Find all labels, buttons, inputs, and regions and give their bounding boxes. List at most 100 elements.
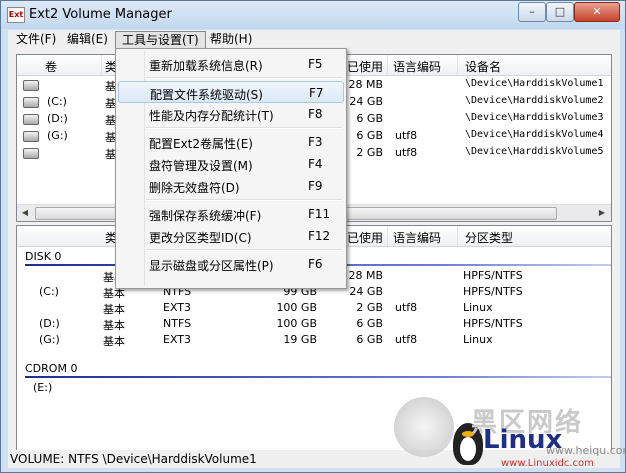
partition-row[interactable]: (G:) 基本 EXT3 19 GB 6 GB utf8 Linux (17, 332, 611, 349)
menu-separator (146, 199, 342, 201)
cdrom-row[interactable]: (E:) (17, 380, 611, 397)
partition-row[interactable]: (D:) 基本 NTFS 100 GB 6 GB HPFS/NTFS (17, 316, 611, 333)
menu-file[interactable]: 文件(F) (10, 31, 62, 48)
col-encoding[interactable]: 语言编码 (393, 58, 441, 75)
cdrom0-divider (25, 376, 611, 378)
close-button[interactable]: ✕ (574, 2, 620, 22)
tools-menu-item[interactable]: 删除无效盘符(D) F9 (118, 175, 344, 197)
menu-item-label: 重新加载系统信息(R) (149, 59, 263, 73)
cdrom0-label[interactable]: CDROM 0 (25, 362, 77, 375)
tools-menu-item[interactable]: 性能及内存分配统计(T) F8 (118, 103, 344, 125)
col-volume[interactable]: 卷 (45, 58, 57, 75)
menu-item-shortcut: F8 (308, 107, 323, 121)
window-title: Ext2 Volume Manager (29, 7, 172, 22)
partition-fs: NTFS (163, 317, 192, 330)
menu-item-label: 配置Ext2卷属性(E) (149, 137, 253, 151)
menu-item-shortcut: F7 (309, 86, 324, 100)
menu-item-label: 性能及内存分配统计(T) (149, 109, 274, 123)
col-disk-used[interactable]: 已使用 (347, 229, 383, 246)
app-window: Ext Ext2 Volume Manager – □ ✕ 文件(F) 编辑(E… (0, 0, 626, 473)
menu-item-shortcut: F5 (308, 57, 323, 71)
menu-help[interactable]: 帮助(H) (204, 31, 258, 48)
tools-menu-item[interactable]: 重新加载系统信息(R) F5 (118, 53, 344, 75)
watermark-site2: www.Linuxidc.com (501, 458, 594, 469)
watermark-site: www.heiqu.com (546, 444, 626, 457)
volume-encoding: utf8 (395, 146, 418, 159)
menu-item-label: 配置文件系统驱动(S) (150, 88, 263, 102)
menu-separator (146, 249, 342, 251)
tools-menu-dropdown: 重新加载系统信息(R) F5 配置文件系统驱动(S) F7 性能及内存分配统计(T) F8… (115, 48, 347, 289)
menu-item-label: 更改分区类型ID(C) (149, 231, 252, 245)
partition-volume: (D:) (39, 317, 60, 330)
drive-icon (23, 114, 39, 125)
partition-volume: (G:) (39, 333, 60, 346)
disk0-label[interactable]: DISK 0 (25, 250, 61, 263)
partition-size: 19 GB (283, 333, 317, 346)
minimize-button[interactable]: – (518, 2, 546, 22)
menu-bar: 文件(F) 编辑(E) 工具与设置(T) 帮助(H) (8, 30, 620, 50)
partition-type-name: Linux (463, 333, 493, 346)
partition-size: 100 GB (276, 317, 317, 330)
partition-encoding: utf8 (395, 333, 418, 346)
tools-menu-item[interactable]: 更改分区类型ID(C) F12 (118, 225, 344, 247)
partition-type-name: HPFS/NTFS (463, 317, 523, 330)
menu-item-shortcut: F6 (308, 257, 323, 271)
menu-item-shortcut: F12 (308, 229, 331, 243)
partition-row[interactable]: 基本 EXT3 100 GB 2 GB utf8 Linux (17, 300, 611, 317)
volume-letter: (G:) (47, 129, 68, 142)
volume-letter: (C:) (47, 95, 67, 108)
menu-item-label: 显示磁盘或分区属性(P) (149, 259, 274, 273)
partition-type: 基本 (103, 319, 125, 332)
col-partition-type[interactable]: 分区类型 (465, 229, 513, 246)
partition-used: 6 GB (356, 317, 383, 330)
menu-item-shortcut: F11 (308, 207, 331, 221)
col-used[interactable]: 已使用 (347, 58, 383, 75)
partition-type-name: HPFS/NTFS (463, 269, 523, 282)
tools-menu-item[interactable]: 显示磁盘或分区属性(P) F6 (118, 253, 344, 275)
partition-type-name: HPFS/NTFS (463, 285, 523, 298)
maximize-button[interactable]: □ (546, 2, 574, 22)
partition-used: 6 GB (356, 333, 383, 346)
partition-volume: (C:) (39, 285, 59, 298)
tools-menu-item[interactable]: 盘符管理及设置(M) F4 (118, 153, 344, 175)
title-bar[interactable]: Ext Ext2 Volume Manager – □ ✕ (1, 1, 625, 29)
menu-item-label: 删除无效盘符(D) (149, 181, 240, 195)
partition-used: 2 GB (356, 301, 383, 314)
volume-device: \Device\HarddiskVolume2 (465, 95, 604, 106)
cdrom-volume: (E:) (33, 381, 53, 394)
tools-menu-item[interactable]: 强制保存系统缓冲(F) F11 (118, 203, 344, 225)
app-icon: Ext (7, 7, 25, 23)
partition-size: 100 GB (276, 301, 317, 314)
menu-separator (146, 127, 342, 129)
volume-device: \Device\HarddiskVolume4 (465, 129, 604, 140)
menu-item-shortcut: F4 (308, 157, 323, 171)
tools-menu-item[interactable]: 配置文件系统驱动(S) F7 (118, 81, 344, 103)
volume-encoding: utf8 (395, 129, 418, 142)
drive-icon (23, 80, 39, 91)
watermark-logo-icon (394, 397, 454, 457)
partition-type: 基本 (103, 335, 125, 348)
volume-device: \Device\HarddiskVolume3 (465, 112, 604, 123)
partition-type-name: Linux (463, 301, 493, 314)
partition-type: 基本 (103, 303, 125, 316)
drive-icon (23, 97, 39, 108)
menu-item-label: 盘符管理及设置(M) (149, 159, 253, 173)
partition-fs: EXT3 (163, 333, 192, 346)
status-text: VOLUME: NTFS \Device\HarddiskVolume1 (10, 452, 257, 466)
menu-edit[interactable]: 编辑(E) (61, 31, 114, 48)
col-disk-encoding[interactable]: 语言编码 (393, 229, 441, 246)
menu-separator (146, 77, 342, 79)
partition-fs: EXT3 (163, 301, 192, 314)
partition-encoding: utf8 (395, 301, 418, 314)
drive-icon (23, 148, 39, 159)
volume-letter: (D:) (47, 112, 68, 125)
drive-icon (23, 131, 39, 142)
volume-device: \Device\HarddiskVolume1 (465, 78, 604, 89)
scroll-right-icon[interactable]: ▶ (594, 205, 610, 221)
col-device[interactable]: 设备名 (465, 58, 501, 75)
menu-item-shortcut: F9 (308, 179, 323, 193)
scroll-left-icon[interactable]: ◀ (17, 205, 33, 221)
menu-item-label: 强制保存系统缓冲(F) (149, 209, 262, 223)
tools-menu-item[interactable]: 配置Ext2卷属性(E) F3 (118, 131, 344, 153)
volume-device: \Device\HarddiskVolume5 (465, 146, 604, 157)
